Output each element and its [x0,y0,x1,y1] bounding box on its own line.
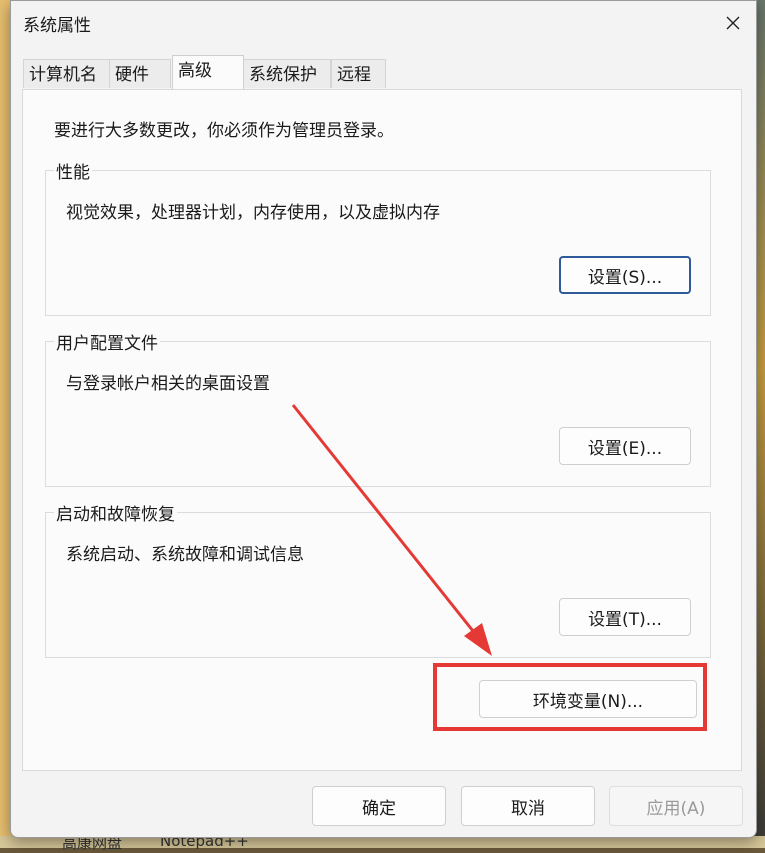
title-bar[interactable]: 系统属性 [11,1,756,45]
startup-recovery-group: 启动和故障恢复 系统启动、系统故障和调试信息 设置(T)... [45,500,711,658]
user-profiles-group: 用户配置文件 与登录帐户相关的桌面设置 设置(E)... [45,329,711,487]
performance-desc: 视觉效果，处理器计划，内存使用，以及虚拟内存 [66,203,440,223]
close-button[interactable] [710,1,756,45]
ok-button[interactable]: 确定 [312,786,446,826]
tab-remote[interactable]: 远程 [331,59,386,88]
cancel-button[interactable]: 取消 [461,786,595,826]
user-profiles-settings-button[interactable]: 设置(E)... [559,427,691,465]
advanced-tab-panel: 要进行大多数更改，你必须作为管理员登录。 性能 视觉效果，处理器计划，内存使用，… [22,89,742,771]
performance-group: 性能 视觉效果，处理器计划，内存使用，以及虚拟内存 设置(S)... [45,158,711,316]
tab-computer-name[interactable]: 计算机名 [23,59,110,88]
user-profiles-desc: 与登录帐户相关的桌面设置 [66,374,270,394]
system-properties-dialog: 系统属性 计算机名 硬件 高级 系统保护 远程 要进行大多数更改，你必须作为管理… [10,0,757,838]
user-profiles-label: 用户配置文件 [54,329,160,354]
startup-recovery-desc: 系统启动、系统故障和调试信息 [66,545,304,565]
window-title: 系统属性 [23,16,91,36]
performance-label: 性能 [54,158,92,183]
startup-recovery-settings-button[interactable]: 设置(T)... [559,598,691,636]
close-icon [726,16,740,30]
performance-settings-button[interactable]: 设置(S)... [559,256,691,294]
admin-note: 要进行大多数更改，你必须作为管理员登录。 [54,121,394,141]
tab-system-protection[interactable]: 系统保护 [243,59,331,88]
apply-button[interactable]: 应用(A) [609,786,743,826]
tab-hardware[interactable]: 硬件 [109,59,171,88]
tab-advanced[interactable]: 高级 [172,55,244,89]
environment-variables-button[interactable]: 环境变量(N)... [479,680,697,718]
startup-recovery-label: 启动和故障恢复 [54,500,177,525]
